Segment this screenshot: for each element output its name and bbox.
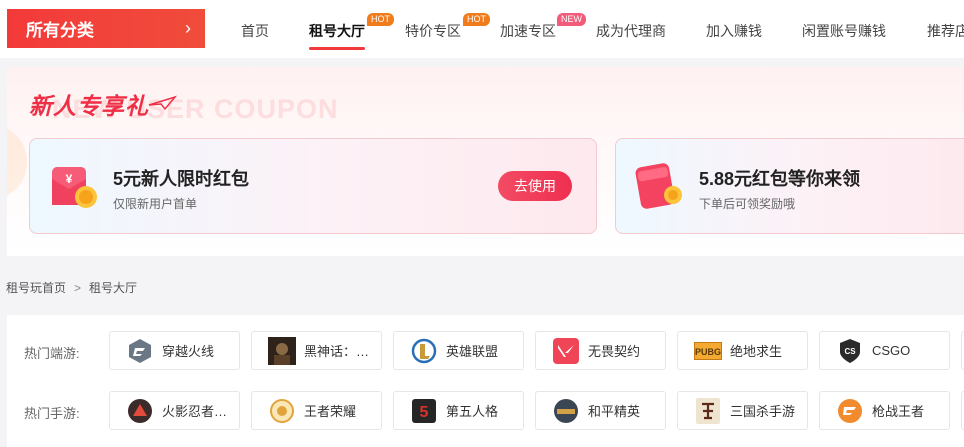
pc-games-label: 热门端游: (24, 346, 80, 361)
coupon-card: ¥ 5元新人限时红包 仅限新用户首单 去使用 (29, 138, 597, 234)
game-card[interactable]: 穿越火线 (109, 331, 240, 370)
game-card[interactable]: 火影忍者手游 (109, 391, 240, 430)
mobile-games-label: 热门手游: (24, 406, 80, 421)
hot-badge: HOT (463, 13, 490, 26)
game-card[interactable]: CS CSGO (819, 331, 950, 370)
coupon-amount: 5元新人限时红包 (113, 169, 250, 189)
paper-plane-icon (148, 95, 177, 111)
sanguosha-icon (694, 397, 722, 425)
nav-item-recommended-shop[interactable]: 推荐店 (927, 21, 964, 41)
csgo-icon: CS (836, 337, 864, 365)
new-badge: NEW (557, 13, 586, 26)
game-name: 绝地求生 (730, 344, 783, 359)
lol-icon (410, 337, 438, 365)
game-name: 和平精英 (588, 404, 641, 419)
nav-item-become-agent[interactable]: 成为代理商 (596, 21, 666, 41)
game-card[interactable]: 无畏契约 (535, 331, 666, 370)
game-name: 枪战王者 (872, 404, 925, 419)
top-navigation: 所有分类 › 首页 租号大厅 HOT 特价专区 HOT 加速专区 NEW 成为代… (0, 0, 964, 58)
banner-glow-decoration (7, 127, 27, 197)
all-categories-label: 所有分类 (26, 21, 94, 40)
naruto-icon (126, 397, 154, 425)
nav-item-join-earn[interactable]: 加入赚钱 (706, 21, 762, 41)
game-card[interactable]: PUBG 绝地求生 (677, 331, 808, 370)
hot-badge: HOT (367, 13, 394, 26)
identity-v-icon: 5 (410, 397, 438, 425)
game-name: 第五人格 (446, 404, 499, 419)
game-card[interactable]: 王者荣耀 (251, 391, 382, 430)
pubg-icon: PUBG (694, 337, 722, 365)
game-name: 黑神话：悟空 (304, 344, 381, 359)
hot-games-panel: 热门端游: 热门手游: 穿越火线 黑神话：悟空 英雄联盟 无畏契约 PUBG 绝… (7, 315, 964, 447)
coupon-card: 5.88元红包等你来领 下单后可领奖励哦 (615, 138, 964, 234)
game-name: 三国杀手游 (730, 404, 796, 419)
game-name: 王者荣耀 (304, 404, 357, 419)
black-myth-icon (268, 336, 296, 365)
new-user-banner: NEW USER COUPON 新人专享礼 ¥ 5元新人限时红包 仅限新用户首单… (7, 67, 964, 256)
valorant-icon (552, 337, 580, 365)
svg-text:5: 5 (420, 404, 429, 421)
peace-elite-icon (552, 397, 580, 425)
game-name: 无畏契约 (588, 344, 641, 359)
use-coupon-button[interactable]: 去使用 (498, 171, 572, 201)
svg-text:¥: ¥ (66, 172, 73, 186)
coupon-amount: 5.88元红包等你来领 (699, 169, 861, 189)
chevron-right-icon: › (185, 18, 191, 38)
nav-item-rental-hall[interactable]: 租号大厅 (309, 21, 365, 50)
game-name: 火影忍者手游 (162, 404, 239, 419)
breadcrumb-separator: > (74, 281, 82, 295)
game-card[interactable]: 和平精英 (535, 391, 666, 430)
game-card[interactable]: 三国杀手游 (677, 391, 808, 430)
coupon-note: 仅限新用户首单 (113, 197, 198, 211)
game-card[interactable]: 5 第五人格 (393, 391, 524, 430)
svg-text:CS: CS (844, 347, 856, 356)
nav-item-home[interactable]: 首页 (241, 21, 269, 41)
nav-item-accelerator[interactable]: 加速专区 (500, 21, 556, 41)
nav-item-idle-account-earn[interactable]: 闲置账号赚钱 (802, 21, 886, 41)
banner-title: 新人专享礼 (29, 93, 149, 119)
red-packet-icon: ¥ (52, 167, 97, 208)
game-name: 英雄联盟 (446, 344, 499, 359)
red-envelope-icon (635, 163, 682, 209)
nav-item-special-offers[interactable]: 特价专区 (405, 21, 461, 41)
cf-mobile-icon (836, 397, 864, 425)
breadcrumb: 租号玩首页 > 租号大厅 (6, 279, 137, 296)
all-categories-button[interactable]: 所有分类 › (7, 9, 205, 48)
game-name: CSGO (872, 343, 911, 358)
game-card[interactable]: 黑神话：悟空 (251, 331, 382, 370)
svg-text:PUBG: PUBG (695, 347, 721, 357)
crossfire-icon (126, 337, 154, 365)
coupon-note: 下单后可领奖励哦 (699, 197, 796, 211)
honor-of-kings-icon (268, 397, 296, 425)
game-card[interactable]: 英雄联盟 (393, 331, 524, 370)
game-card[interactable]: 枪战王者 (819, 391, 950, 430)
breadcrumb-home[interactable]: 租号玩首页 (6, 281, 66, 295)
game-name: 穿越火线 (162, 344, 215, 359)
breadcrumb-current: 租号大厅 (89, 281, 138, 295)
